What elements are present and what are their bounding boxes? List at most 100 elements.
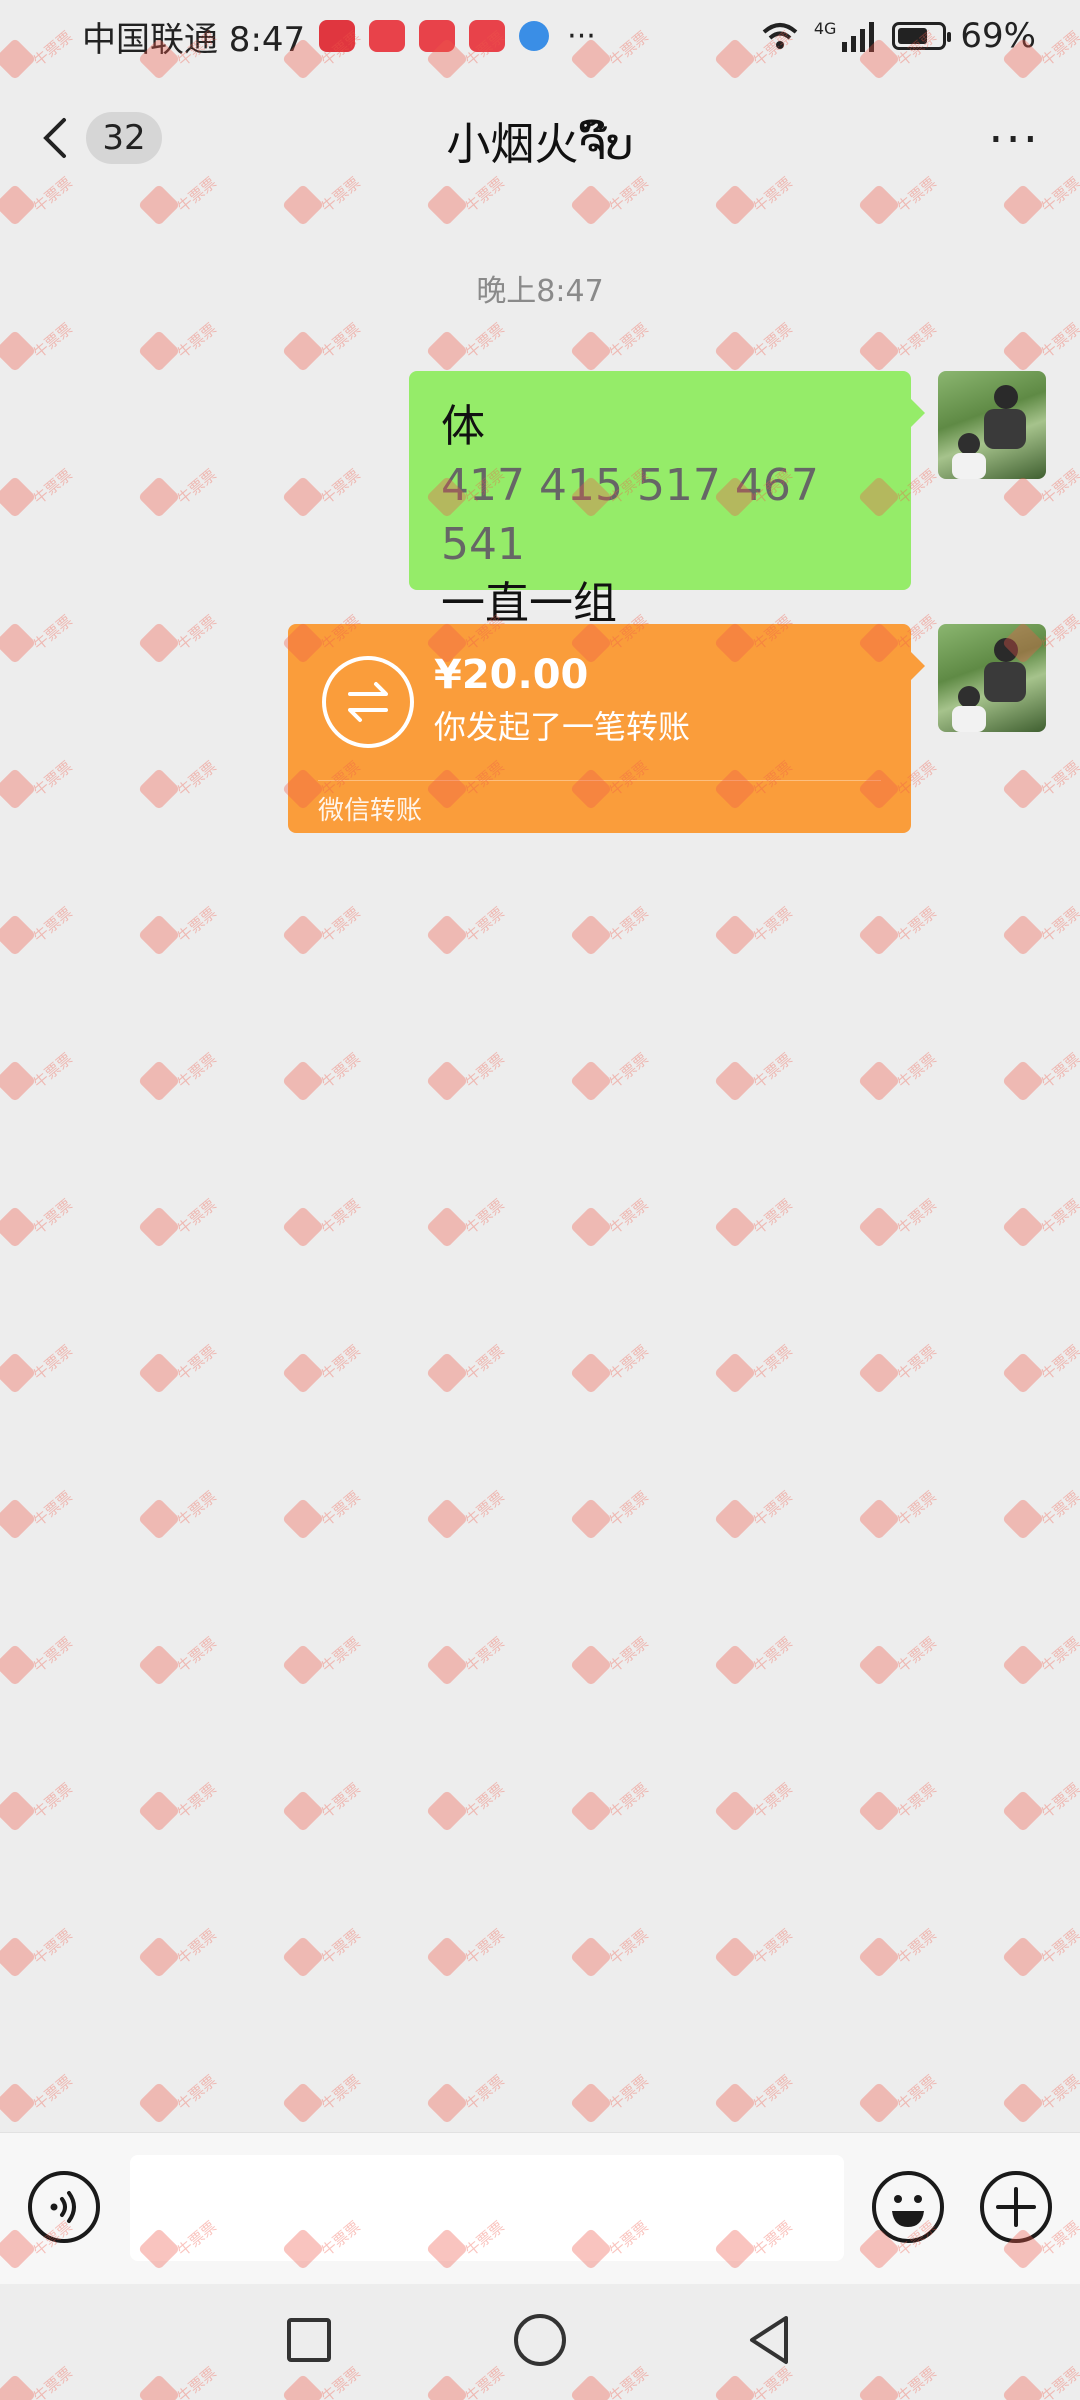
watermark-logo: 牛票票	[569, 1780, 656, 1842]
watermark-logo: 牛票票	[0, 758, 80, 820]
avatar[interactable]	[938, 624, 1046, 732]
chat-title: 小烟火ຈົ໊ບ	[446, 119, 634, 170]
watermark-logo: 牛票票	[137, 758, 224, 820]
battery-fill	[898, 28, 928, 44]
watermark-logo: 牛票票	[713, 1926, 800, 1988]
more-options-button[interactable]: ···	[988, 112, 1040, 168]
watermark-logo: 牛票票	[713, 904, 800, 966]
signal-icon	[842, 22, 875, 52]
watermark-logo: 牛票票	[1001, 904, 1080, 966]
watermark-logo: 牛票票	[0, 466, 80, 528]
network-type: 4G	[813, 18, 837, 38]
watermark-logo: 牛票票	[713, 1488, 800, 1550]
divider	[318, 780, 881, 781]
watermark-logo: 牛票票	[281, 1488, 368, 1550]
watermark-logo: 牛票票	[569, 1050, 656, 1112]
transfer-description: 你发起了一笔转账	[434, 708, 691, 746]
system-nav-bar	[0, 2284, 1080, 2400]
watermark-logo: 牛票票	[425, 904, 512, 966]
transfer-card[interactable]: ¥20.00 你发起了一笔转账 微信转账	[288, 624, 925, 833]
watermark-logo: 牛票票	[0, 1342, 80, 1404]
watermark-logo: 牛票票	[0, 1780, 80, 1842]
watermark-logo: 牛票票	[569, 1196, 656, 1258]
watermark-logo: 牛票票	[425, 1196, 512, 1258]
watermark-logo: 牛票票	[137, 1488, 224, 1550]
watermark-logo: 牛票票	[137, 1342, 224, 1404]
watermark-logo: 牛票票	[713, 1342, 800, 1404]
watermark-logo: 牛票票	[281, 1926, 368, 1988]
watermark-logo: 牛票票	[857, 1926, 944, 1988]
watermark-logo: 牛票票	[425, 1634, 512, 1696]
watermark-logo: 牛票票	[569, 2072, 656, 2134]
status-bar: 中国联通 8:47 ··· 4G 69%	[0, 0, 1080, 72]
watermark-logo: 牛票票	[0, 612, 80, 674]
watermark-logo: 牛票票	[1001, 1342, 1080, 1404]
watermark-logo: 牛票票	[137, 1926, 224, 1988]
message-input[interactable]	[130, 2155, 844, 2261]
voice-input-button[interactable]	[28, 2171, 100, 2243]
transfer-amount: ¥20.00	[434, 652, 589, 698]
watermark-logo: 牛票票	[713, 1196, 800, 1258]
notification-app-icon	[369, 20, 406, 52]
avatar[interactable]	[938, 371, 1046, 479]
notification-app-icon	[519, 21, 550, 51]
battery-percent: 69%	[960, 16, 1036, 56]
home-button[interactable]	[514, 2314, 566, 2366]
watermark-logo: 牛票票	[137, 466, 224, 528]
watermark-logo: 牛票票	[1001, 1926, 1080, 1988]
watermark-logo: 牛票票	[281, 1780, 368, 1842]
watermark-logo: 牛票票	[569, 1488, 656, 1550]
watermark-logo: 牛票票	[857, 1196, 944, 1258]
watermark-logo: 牛票票	[713, 1780, 800, 1842]
watermark-logo: 牛票票	[425, 1926, 512, 1988]
watermark-logo: 牛票票	[0, 1926, 80, 1988]
watermark-logo: 牛票票	[1001, 758, 1080, 820]
watermark-logo: 牛票票	[137, 2072, 224, 2134]
watermark-logo: 牛票票	[713, 2072, 800, 2134]
watermark-logo: 牛票票	[425, 1342, 512, 1404]
chat-header: 32 小烟火ຈົ໊ບ ···	[0, 72, 1080, 202]
watermark-logo: 牛票票	[281, 320, 368, 382]
watermark-logo: 牛票票	[857, 1488, 944, 1550]
watermark-logo: 牛票票	[281, 904, 368, 966]
message-line: 体	[441, 401, 485, 452]
watermark-logo: 牛票票	[1001, 1196, 1080, 1258]
watermark-logo: 牛票票	[425, 1488, 512, 1550]
transfer-arrows-icon	[322, 656, 414, 748]
watermark-overlay: 牛票票 牛票票 牛票票 牛票票 牛票票 牛票票 牛票票 牛票票 牛票票 牛票票 牛票票 牛票票 牛票票牛…	[0, 0, 1080, 2400]
recent-apps-button[interactable]	[287, 2318, 331, 2362]
watermark-logo: 牛票票	[713, 1634, 800, 1696]
watermark-logo: 牛票票	[1001, 2072, 1080, 2134]
watermark-logo: 牛票票	[137, 320, 224, 382]
notification-app-icon	[419, 20, 456, 52]
watermark-logo: 牛票票	[137, 1196, 224, 1258]
watermark-logo: 牛票票	[569, 1926, 656, 1988]
more-functions-button[interactable]	[980, 2171, 1052, 2243]
voice-icon	[50, 2191, 76, 2223]
watermark-logo: 牛票票	[857, 904, 944, 966]
watermark-logo: 牛票票	[137, 1050, 224, 1112]
sent-message-bubble[interactable]: 体 417 415 517 467 541 一直一组	[409, 371, 925, 629]
emoji-button[interactable]	[872, 2171, 944, 2243]
watermark-logo: 牛票票	[0, 904, 80, 966]
watermark-logo: 牛票票	[857, 2072, 944, 2134]
watermark-logo: 牛票票	[281, 1196, 368, 1258]
message-timestamp: 晚上8:47	[476, 274, 604, 309]
watermark-logo: 牛票票	[1001, 1634, 1080, 1696]
carrier-time: 中国联通 8:47	[82, 19, 306, 60]
watermark-logo: 牛票票	[569, 1342, 656, 1404]
watermark-logo: 牛票票	[281, 1050, 368, 1112]
message-line: 417 415 517 467 541	[441, 460, 819, 570]
watermark-logo: 牛票票	[281, 466, 368, 528]
watermark-logo: 牛票票	[569, 1634, 656, 1696]
watermark-logo: 牛票票	[857, 1342, 944, 1404]
notification-app-icon	[469, 20, 506, 52]
battery-icon	[892, 22, 952, 50]
nav-back-button[interactable]	[742, 2312, 798, 2368]
watermark-logo: 牛票票	[0, 1050, 80, 1112]
watermark-logo: 牛票票	[137, 1634, 224, 1696]
watermark-logo: 牛票票	[425, 1050, 512, 1112]
watermark-logo: 牛票票	[1001, 1488, 1080, 1550]
watermark-logo: 牛票票	[281, 1634, 368, 1696]
watermark-logo: 牛票票	[281, 2072, 368, 2134]
